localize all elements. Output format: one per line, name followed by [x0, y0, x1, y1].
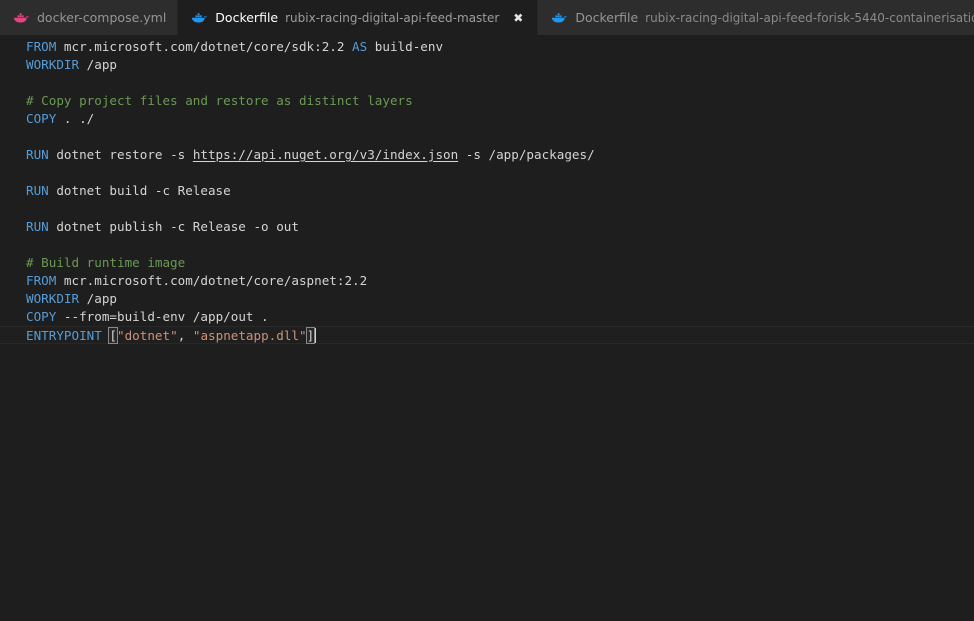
matching-bracket: ] [305, 327, 316, 344]
tab-title: Dockerfile [575, 10, 639, 25]
code-line[interactable]: WORKDIR /app [0, 56, 974, 74]
code-text: dotnet restore -s [48, 147, 193, 162]
code-keyword: COPY [26, 309, 57, 324]
tab-description: rubix-racing-digital-api-feed-master [285, 10, 500, 25]
code-keyword: FROM [26, 39, 57, 54]
code-line[interactable] [0, 236, 974, 254]
code-keyword: WORKDIR [26, 57, 80, 72]
matching-bracket: [ [108, 327, 118, 344]
code-string: "aspnetapp.dll" [192, 328, 307, 343]
code-line[interactable] [0, 164, 974, 182]
editor-tab-2[interactable]: Dockerfile rubix-racing-digital-api-feed-… [177, 0, 538, 35]
code-editor[interactable]: FROM mcr.microsoft.com/dotnet/core/sdk:2… [0, 35, 974, 621]
tab-title: docker-compose.yml [37, 10, 167, 25]
code-text: . ./ [56, 111, 95, 126]
code-text: /app [79, 291, 117, 306]
code-line[interactable]: COPY --from=build-env /app/out . [0, 308, 974, 326]
editor-tab-3[interactable]: Dockerfile rubix-racing-digital-api-feed-… [537, 0, 974, 35]
code-keyword: RUN [26, 219, 49, 234]
code-line[interactable]: ENTRYPOINT ["dotnet", "aspnetapp.dll"] [0, 326, 974, 344]
code-text: -s /app/packages/ [458, 147, 595, 162]
code-line[interactable]: WORKDIR /app [0, 290, 974, 308]
code-line[interactable]: # Build runtime image [0, 254, 974, 272]
docker-whale-icon [13, 11, 30, 25]
close-icon[interactable]: ✖ [510, 10, 526, 26]
code-keyword: RUN [26, 183, 49, 198]
code-keyword: ENTRYPOINT [26, 328, 102, 343]
code-text: dotnet publish -c Release -o out [48, 219, 299, 234]
code-text: mcr.microsoft.com/dotnet/core/sdk:2.2 [56, 39, 353, 54]
code-line[interactable] [0, 128, 974, 146]
code-line[interactable]: FROM mcr.microsoft.com/dotnet/core/sdk:2… [0, 38, 974, 56]
code-line[interactable]: RUN dotnet build -c Release [0, 182, 974, 200]
docker-whale-icon [191, 11, 208, 25]
text-cursor [315, 328, 317, 343]
code-keyword: COPY [26, 111, 57, 126]
code-text: dotnet build -c Release [48, 183, 231, 198]
code-line[interactable]: FROM mcr.microsoft.com/dotnet/core/aspne… [0, 272, 974, 290]
code-line[interactable]: # Copy project files and restore as dist… [0, 92, 974, 110]
tab-title: Dockerfile [215, 10, 279, 25]
code-keyword: FROM [26, 273, 57, 288]
code-comment: # Copy project files and restore as dist… [26, 93, 413, 108]
editor-tab-1[interactable]: docker-compose.yml [0, 0, 178, 35]
code-comment: # Build runtime image [26, 255, 186, 270]
code-keyword: RUN [26, 147, 49, 162]
code-line[interactable] [0, 74, 974, 92]
tab-description: rubix-racing-digital-api-feed-forisk-544… [645, 10, 974, 25]
code-string: "dotnet" [117, 328, 178, 343]
code-text: /app [79, 57, 117, 72]
docker-whale-icon [551, 11, 568, 25]
code-url-link[interactable]: https://api.nuget.org/v3/index.json [193, 147, 458, 162]
editor-tab-bar: docker-compose.yml Dockerfile rubix-racing… [0, 0, 974, 35]
code-keyword: AS [352, 39, 368, 54]
code-line[interactable]: COPY . ./ [0, 110, 974, 128]
code-line[interactable]: RUN dotnet restore -s https://api.nuget.… [0, 146, 974, 164]
code-text: --from=build-env /app/out . [56, 309, 269, 324]
code-text: mcr.microsoft.com/dotnet/core/aspnet:2.2 [56, 273, 368, 288]
code-text: build-env [367, 39, 444, 54]
code-content[interactable]: FROM mcr.microsoft.com/dotnet/core/sdk:2… [0, 35, 974, 344]
code-line[interactable]: RUN dotnet publish -c Release -o out [0, 218, 974, 236]
code-line[interactable] [0, 200, 974, 218]
code-text: , [177, 328, 193, 343]
code-keyword: WORKDIR [26, 291, 80, 306]
